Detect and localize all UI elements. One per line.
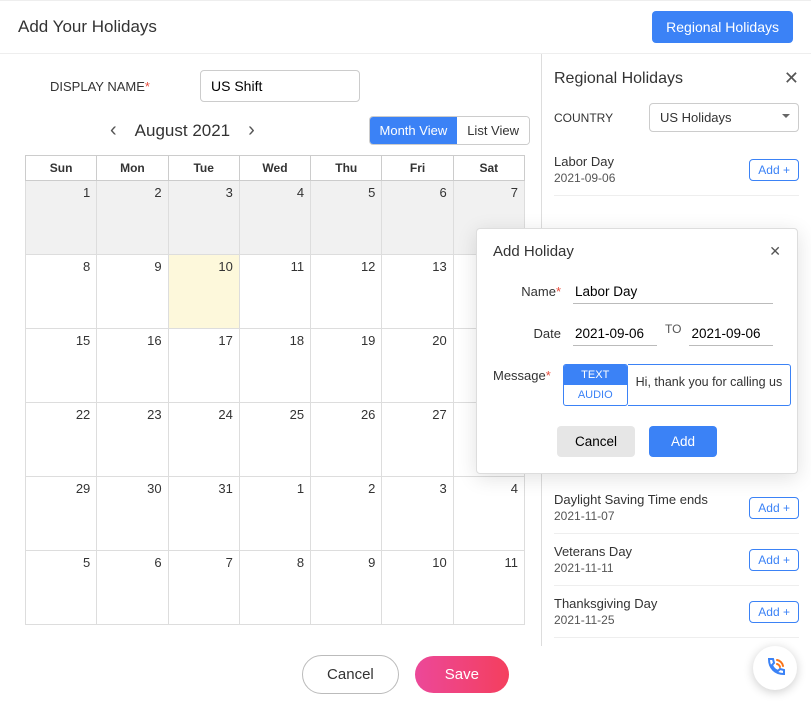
holiday-date: 2021-11-25 [554, 613, 657, 627]
holiday-date-from-input[interactable] [573, 322, 657, 346]
month-label: August 2021 [135, 121, 230, 141]
calendar-cell[interactable]: 8 [26, 255, 97, 329]
day-header: Sat [453, 156, 524, 181]
calendar-cell[interactable]: 10 [168, 255, 239, 329]
close-modal-icon[interactable]: ✕ [769, 243, 781, 260]
next-month-chevron[interactable]: › [248, 119, 255, 142]
display-name-label: DISPLAY NAME* [0, 79, 200, 94]
add-holiday-button[interactable]: Add + [749, 601, 799, 623]
cancel-button[interactable]: Cancel [302, 655, 399, 694]
calendar-cell[interactable]: 5 [311, 181, 382, 255]
calendar-cell[interactable]: 3 [168, 181, 239, 255]
day-header: Thu [311, 156, 382, 181]
add-holiday-button[interactable]: Add + [749, 549, 799, 571]
day-header: Mon [97, 156, 168, 181]
month-view-toggle[interactable]: Month View [370, 117, 458, 144]
add-holiday-button[interactable]: Add + [749, 497, 799, 519]
phone-icon [763, 656, 787, 680]
calendar-cell[interactable]: 19 [311, 329, 382, 403]
calendar-cell[interactable]: 20 [382, 329, 453, 403]
holiday-date-to-input[interactable] [689, 322, 773, 346]
add-holiday-modal: Add Holiday ✕ Name* Date TO Message* TEX… [476, 228, 798, 474]
add-holiday-button[interactable]: Add + [749, 159, 799, 181]
holiday-item: Veterans Day 2021-11-11 Add + [554, 534, 799, 586]
holiday-item: Thanksgiving Day 2021-11-25 Add + [554, 586, 799, 638]
calendar-cell[interactable]: 31 [168, 477, 239, 551]
calendar-cell[interactable]: 24 [168, 403, 239, 477]
calendar-cell[interactable]: 5 [26, 551, 97, 625]
display-name-input[interactable] [200, 70, 360, 102]
to-label: TO [665, 322, 681, 336]
message-audio-toggle[interactable]: AUDIO [564, 385, 627, 405]
calendar-cell[interactable]: 10 [382, 551, 453, 625]
call-fab[interactable] [753, 646, 797, 690]
holiday-date: 2021-11-11 [554, 561, 632, 575]
calendar-cell[interactable]: 30 [97, 477, 168, 551]
modal-cancel-button[interactable]: Cancel [557, 426, 635, 457]
regional-panel-title: Regional Holidays [554, 70, 683, 88]
calendar-cell[interactable]: 17 [168, 329, 239, 403]
day-header: Sun [26, 156, 97, 181]
calendar-cell[interactable]: 2 [97, 181, 168, 255]
calendar-cell[interactable]: 9 [97, 255, 168, 329]
modal-add-button[interactable]: Add [649, 426, 717, 457]
calendar-cell[interactable]: 18 [239, 329, 310, 403]
holiday-name-input[interactable] [573, 280, 773, 304]
holiday-date: 2021-11-07 [554, 509, 708, 523]
calendar-cell[interactable]: 4 [239, 181, 310, 255]
day-header: Fri [382, 156, 453, 181]
modal-title: Add Holiday [493, 243, 574, 260]
modal-name-label: Name* [493, 280, 573, 299]
calendar-cell[interactable]: 26 [311, 403, 382, 477]
calendar-cell[interactable]: 2 [311, 477, 382, 551]
calendar-cell[interactable]: 6 [97, 551, 168, 625]
country-select[interactable]: US Holidays [649, 103, 799, 132]
calendar-cell[interactable]: 13 [382, 255, 453, 329]
calendar-cell[interactable]: 6 [382, 181, 453, 255]
calendar-cell[interactable]: 8 [239, 551, 310, 625]
day-header: Tue [168, 156, 239, 181]
list-view-toggle[interactable]: List View [457, 117, 529, 144]
holiday-name: Labor Day [554, 154, 615, 169]
calendar-cell[interactable]: 1 [26, 181, 97, 255]
holiday-item: Labor Day 2021-09-06 Add + [554, 144, 799, 196]
calendar-cell[interactable]: 1 [239, 477, 310, 551]
holiday-name: Daylight Saving Time ends [554, 492, 708, 507]
page-title: Add Your Holidays [18, 17, 157, 37]
holiday-item: Daylight Saving Time ends 2021-11-07 Add + [554, 482, 799, 534]
regional-holidays-button[interactable]: Regional Holidays [652, 11, 793, 43]
calendar-cell[interactable]: 16 [97, 329, 168, 403]
calendar-cell[interactable]: 7 [168, 551, 239, 625]
holiday-name: Thanksgiving Day [554, 596, 657, 611]
holiday-name: Veterans Day [554, 544, 632, 559]
calendar-cell[interactable]: 9 [311, 551, 382, 625]
calendar-grid: SunMonTueWedThuFriSat 123456789101112131… [25, 155, 525, 625]
calendar-cell[interactable]: 11 [239, 255, 310, 329]
save-button[interactable]: Save [415, 656, 509, 693]
message-text-input[interactable]: Hi, thank you for calling us [628, 364, 792, 406]
calendar-cell[interactable]: 25 [239, 403, 310, 477]
calendar-cell[interactable]: 23 [97, 403, 168, 477]
calendar-cell[interactable]: 12 [311, 255, 382, 329]
calendar-cell[interactable]: 11 [453, 551, 524, 625]
calendar-cell[interactable]: 29 [26, 477, 97, 551]
calendar-cell[interactable]: 3 [382, 477, 453, 551]
calendar-cell[interactable]: 22 [26, 403, 97, 477]
prev-month-chevron[interactable]: ‹ [110, 119, 117, 142]
day-header: Wed [239, 156, 310, 181]
calendar-cell[interactable]: 4 [453, 477, 524, 551]
message-text-toggle[interactable]: TEXT [564, 365, 627, 385]
calendar-cell[interactable]: 27 [382, 403, 453, 477]
modal-date-label: Date [493, 322, 573, 341]
holiday-date: 2021-09-06 [554, 171, 615, 185]
close-panel-icon[interactable]: ✕ [784, 68, 799, 89]
modal-message-label: Message* [493, 364, 563, 406]
calendar-cell[interactable]: 15 [26, 329, 97, 403]
country-label: COUNTRY [554, 111, 613, 125]
